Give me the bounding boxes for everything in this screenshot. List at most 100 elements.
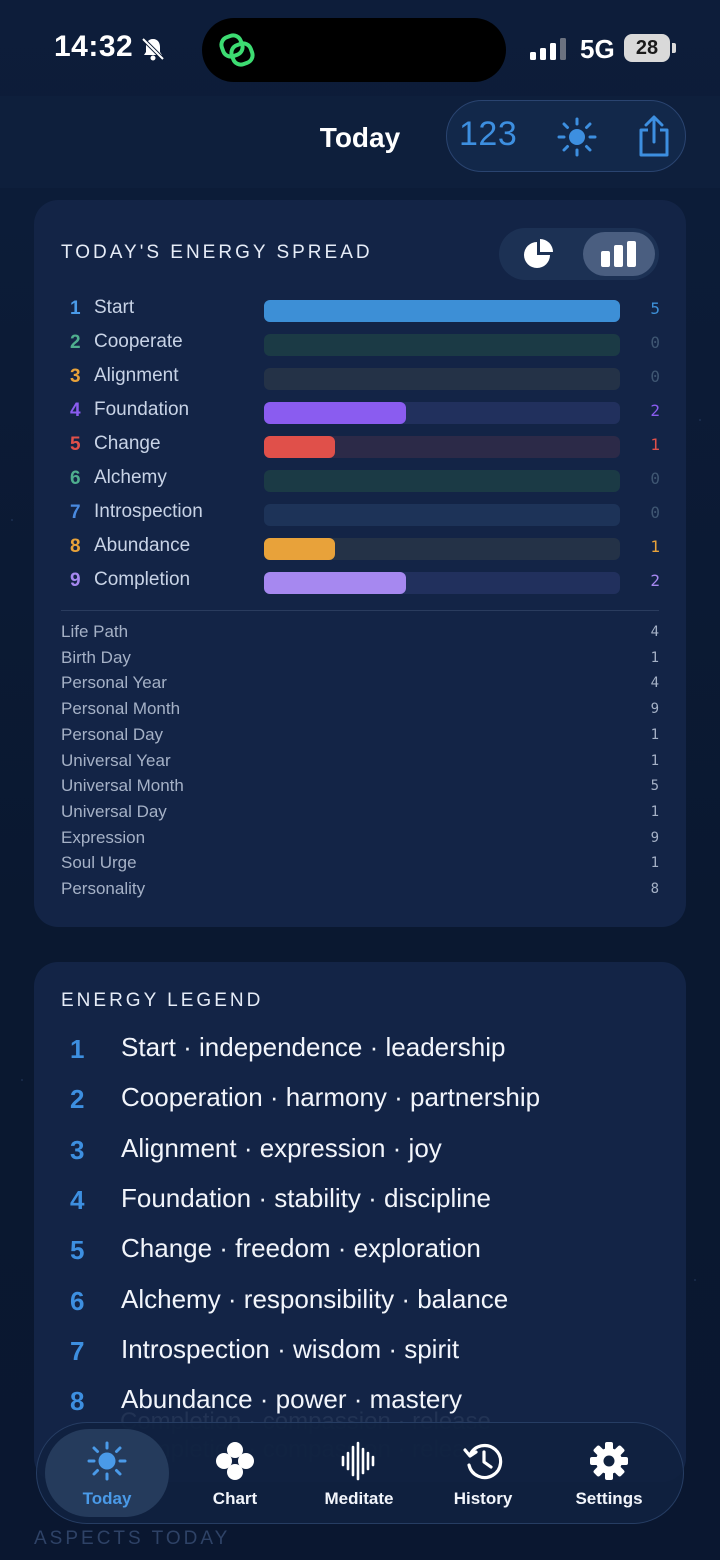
energy-row: 1 Start 5 [34,294,686,328]
page-title: Today [319,122,401,153]
gear-icon [590,1442,628,1480]
battery-level: 28 [624,34,670,62]
stat-row: Universal Day 1 [61,802,659,827]
legend-number: 7 [70,1335,85,1366]
tab-settings[interactable]: Settings [547,1429,671,1517]
legend-item: 2 Cooperation · harmony · partnership [34,1078,686,1122]
stat-row: Universal Year 1 [61,751,659,776]
legend-title: ENERGY LEGEND [61,990,264,1011]
stat-row: Expression 9 [61,828,659,853]
stat-label: Universal Day [61,801,167,821]
energy-count: 2 [650,401,660,420]
energy-row: 9 Completion 2 [34,566,686,600]
energy-row: 2 Cooperate 0 [34,328,686,362]
status-bar: 14:32 5G 28 [0,0,720,96]
energy-bar-fill [264,572,407,594]
tab-label: Chart [212,1489,258,1508]
header: Today 123 [0,96,720,188]
stat-label: Personality [61,879,146,898]
sun-icon[interactable] [557,117,597,157]
energy-number: 3 [70,366,81,387]
tab-today[interactable]: Today [45,1429,169,1517]
energy-bar-fill [264,436,336,458]
number-mode-button[interactable]: 123 [459,115,517,154]
legend-item: 7 Introspection · wisdom · spirit [34,1330,686,1374]
energy-spread-card: TODAY'S ENERGY SPREAD 1 Start 5 2 Cooperate 0… [34,200,686,927]
legend-number: 6 [70,1285,85,1316]
sun-icon [87,1441,127,1481]
legend-text: Start · independence · leadership [121,1032,506,1062]
tab-label: Meditate [324,1489,394,1508]
energy-number: 4 [70,400,81,421]
energy-bar-track [264,368,620,390]
tab-label: Settings [575,1489,643,1508]
bar-chart-view-button[interactable] [583,232,655,276]
legend-item: 6 Alchemy · responsibility · balance [34,1280,686,1324]
tab-history[interactable]: History [421,1429,545,1517]
legend-number: 4 [70,1184,85,1215]
energy-count: 0 [650,367,660,386]
energy-name: Start [94,297,135,318]
tab-label: Today [82,1489,132,1508]
signal-icon [530,38,566,60]
energy-count: 2 [650,571,660,590]
stat-label: Universal Month [61,776,184,796]
stat-value: 1 [650,803,659,820]
stat-row: Life Path 4 [61,622,659,647]
energy-name: Alchemy [94,467,167,488]
energy-number: 6 [70,468,81,489]
legend-item: 5 Change · freedom · exploration [34,1229,686,1273]
energy-bar-fill [264,538,336,560]
energy-number: 1 [70,298,81,319]
legend-text: Foundation · stability · discipline [121,1182,491,1213]
energy-name: Cooperate [94,331,183,352]
stat-row: Universal Month 5 [61,776,659,801]
energy-bar-track [264,572,620,594]
waveform-icon [341,1441,375,1481]
legend-number: 5 [70,1235,85,1266]
tab-bar: Today Chart Meditate History Settings [36,1422,684,1524]
energy-name: Introspection [94,501,203,522]
legend-text: Cooperation · harmony · partnership [121,1082,541,1113]
energy-count: 0 [650,503,660,522]
share-icon[interactable] [637,115,671,157]
energy-bar-track [264,402,620,424]
stat-row: Personality 8 [61,879,659,904]
energy-count: 0 [650,333,660,352]
energy-name: Change [94,433,161,454]
energy-name: Foundation [94,399,190,420]
tab-chart[interactable]: Chart [173,1429,297,1517]
energy-row: 6 Alchemy 0 [34,464,686,498]
clover-icon [216,1442,254,1480]
stat-value: 9 [650,701,659,718]
status-time: 14:32 [54,30,134,63]
legend-item: 3 Alignment · expression · joy [34,1129,686,1173]
energy-count: 1 [650,435,660,454]
energy-name: Completion [94,569,191,590]
dynamic-island [202,18,506,82]
energy-row: 8 Abundance 1 [34,532,686,566]
energy-bar-track [264,470,620,492]
energy-number: 7 [70,502,81,523]
energy-bar-track [264,334,620,356]
energy-row: 4 Foundation 2 [34,396,686,430]
stat-label: Expression [61,827,146,847]
tab-meditate[interactable]: Meditate [297,1429,421,1517]
legend-text: Change · freedom · exploration [121,1233,481,1264]
stat-value: 8 [650,881,659,897]
energy-row: 5 Change 1 [34,430,686,464]
stat-label: Personal Day [61,724,164,744]
pie-chart-icon[interactable] [519,238,559,270]
energy-bar-fill [264,300,620,322]
legend-number: 2 [70,1084,85,1115]
energy-bar-track [264,436,620,458]
bell-slash-icon [141,37,165,61]
legend-text: Alchemy · responsibility · balance [121,1283,509,1314]
header-actions: 123 [446,100,686,172]
history-icon [463,1443,503,1480]
stat-value: 4 [650,675,659,692]
energy-count: 1 [650,537,660,556]
energy-number: 8 [70,536,81,557]
stat-label: Soul Urge [61,853,137,873]
energy-number: 9 [70,570,81,591]
